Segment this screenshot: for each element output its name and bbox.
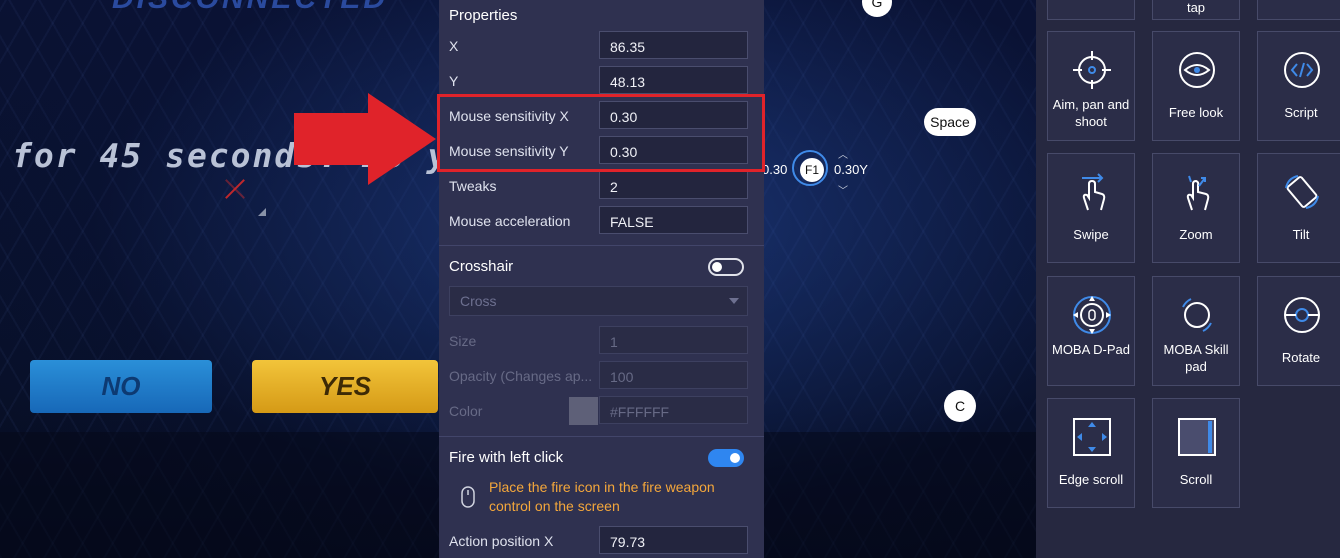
key-c-control[interactable]: C [944, 390, 976, 422]
properties-title: Properties [449, 7, 518, 24]
red-arrow-icon [294, 93, 436, 185]
crosshair-title: Crosshair [449, 258, 514, 275]
property-label: Tweaks [449, 178, 497, 194]
size-input[interactable]: 1 [599, 326, 748, 354]
fire-hint-text: Place the fire icon in the fire weapon c… [489, 479, 715, 514]
tile-label: Tilt [1292, 227, 1310, 242]
tile-tilt[interactable]: Tilt [1257, 153, 1340, 263]
divider [439, 436, 764, 437]
tile-label: Scroll [1179, 472, 1213, 487]
crosshair-icon [1073, 51, 1111, 89]
code-icon [1284, 52, 1320, 88]
crosshair-style-value: Cross [460, 293, 497, 309]
property-row-size: Size 1 [449, 326, 754, 356]
tile-free-look[interactable]: Free look [1152, 31, 1240, 141]
crosshair-marker-icon [222, 176, 248, 202]
crosshair-style-select[interactable]: Cross [449, 286, 748, 316]
scroll-icon [1178, 418, 1216, 456]
property-label: X [449, 38, 459, 54]
tile-edge-scroll[interactable]: Edge scroll [1047, 398, 1135, 508]
tile-label: Zoom [1179, 227, 1213, 242]
swipe-hand-icon [1082, 173, 1106, 211]
color-swatch[interactable] [569, 397, 598, 425]
crosshair-toggle[interactable] [708, 258, 744, 276]
property-label: Mouse acceleration [449, 213, 571, 229]
disconnected-banner: DISCONNECTED [112, 0, 388, 16]
property-label: Color [449, 403, 483, 419]
property-row-opacity: Opacity (Changes ap... 100 [449, 361, 754, 391]
property-label: Mouse sensitivity Y [449, 143, 569, 159]
pinch-hand-icon [1186, 175, 1210, 211]
tile-moba-dpad[interactable]: MOBA D-Pad [1047, 276, 1135, 386]
tweaks-input[interactable]: 2 [599, 171, 748, 199]
moba-dpad-icon [1073, 296, 1111, 334]
caret-down-icon: ﹀ [838, 186, 848, 197]
tile-partial-2[interactable]: tap [1152, 0, 1240, 20]
tile-partial-1[interactable] [1047, 0, 1135, 20]
tile-rotate[interactable]: Rotate [1257, 276, 1340, 386]
tile-label: tap [1186, 0, 1206, 15]
yes-button[interactable]: YES [252, 360, 438, 413]
sensitivity-y-input[interactable]: 0.30 [599, 136, 748, 164]
tile-label: Swipe [1073, 227, 1109, 242]
no-button[interactable]: NO [30, 360, 212, 413]
property-row-action-x: Action position X 79.73 [449, 526, 754, 556]
key-space-control[interactable]: Space [924, 108, 976, 136]
tile-scroll[interactable]: Scroll [1152, 398, 1240, 508]
chevron-down-icon [729, 298, 739, 304]
tile-zoom[interactable]: Zoom [1152, 153, 1240, 263]
key-g-control[interactable]: G [862, 0, 892, 17]
property-label: Action position X [449, 533, 554, 549]
y-input[interactable]: 48.13 [599, 66, 748, 94]
rotate-icon [1284, 297, 1320, 333]
resize-corner-icon[interactable] [258, 208, 266, 216]
property-row-sensitivity-y: Mouse sensitivity Y 0.30 [449, 136, 754, 166]
divider [439, 245, 764, 246]
property-label: Y [449, 73, 459, 89]
f1-freelook-control[interactable]: 0.30 F1 ︿ 0.30Y ﹀ [762, 146, 874, 197]
tile-label: Edge scroll [1058, 472, 1124, 487]
opacity-input[interactable]: 100 [599, 361, 748, 389]
edge-scroll-icon [1073, 418, 1111, 456]
color-input[interactable]: #FFFFFF [599, 396, 748, 424]
tile-script[interactable]: Script [1257, 31, 1340, 141]
tile-label: MOBA D-Pad [1051, 342, 1131, 357]
f1-sensitivity-x: 0.30 [762, 162, 788, 177]
property-row-tweaks: Tweaks 2 [449, 171, 754, 201]
sensitivity-x-input[interactable]: 0.30 [599, 101, 748, 129]
f1-sensitivity-y: 0.30Y [834, 162, 868, 177]
tile-label: MOBA Skill pad [1163, 342, 1229, 374]
property-label: Opacity (Changes ap... [449, 368, 593, 384]
x-input[interactable]: 86.35 [599, 31, 748, 59]
property-row-y: Y 48.13 [449, 66, 754, 96]
property-row-sensitivity-x: Mouse sensitivity X 0.30 [449, 101, 754, 131]
mouse-acceleration-input[interactable]: FALSE [599, 206, 748, 234]
caret-up-icon: ︿ [838, 150, 848, 161]
property-label: Size [449, 333, 477, 349]
eye-icon [1179, 52, 1215, 88]
controls-sidebar: tap Aim, pan and shoot Free look Script [1036, 0, 1340, 558]
tile-aim-pan-shoot[interactable]: Aim, pan and shoot [1047, 31, 1135, 141]
tile-label: Rotate [1281, 350, 1321, 365]
tilt-icon [1285, 175, 1319, 209]
property-row-color: Color #FFFFFF [449, 396, 754, 426]
property-row-x: X 86.35 [449, 31, 754, 61]
tile-partial-3[interactable] [1257, 0, 1340, 20]
tile-label: Script [1284, 105, 1318, 120]
f1-key-label: F1 [800, 158, 824, 182]
tile-moba-skill-pad[interactable]: MOBA Skill pad [1152, 276, 1240, 386]
action-position-x-input[interactable]: 79.73 [599, 526, 748, 554]
mouse-icon [461, 486, 475, 508]
property-row-acceleration: Mouse acceleration FALSE [449, 206, 754, 236]
moba-skill-icon [1182, 298, 1212, 332]
tile-label: Free look [1168, 105, 1224, 120]
fire-left-click-title: Fire with left click [449, 449, 564, 466]
tile-label: Aim, pan and shoot [1052, 97, 1130, 129]
property-label: Mouse sensitivity X [449, 108, 569, 124]
properties-panel: Properties X 86.35 Y 48.13 Mouse sensiti… [439, 0, 764, 558]
fire-left-click-toggle[interactable] [708, 449, 744, 467]
tile-swipe[interactable]: Swipe [1047, 153, 1135, 263]
